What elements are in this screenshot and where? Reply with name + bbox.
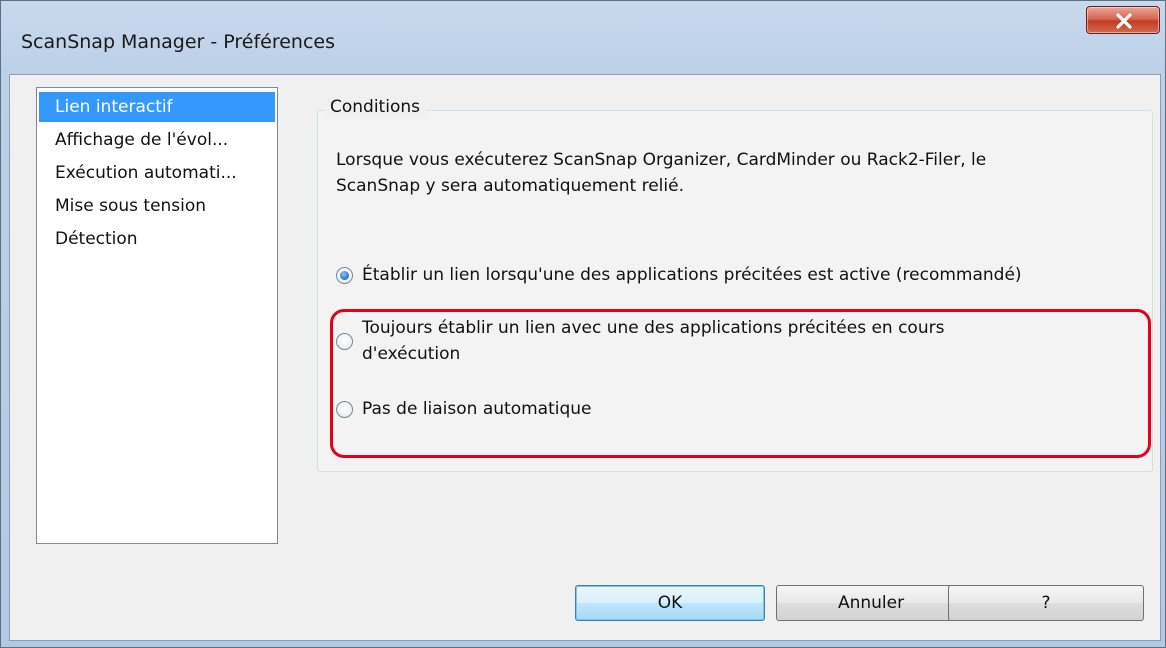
close-button[interactable]: [1086, 6, 1160, 34]
cancel-button[interactable]: Annuler: [776, 585, 966, 621]
sidebar-item-lien-interactif[interactable]: Lien interactif: [39, 92, 275, 122]
sidebar-item-affichage[interactable]: Affichage de l'évol...: [39, 125, 275, 155]
radio-label-always-link-line-1[interactable]: Toujours établir un lien avec une des ap…: [362, 315, 944, 341]
radio-label-always-link-line-2[interactable]: d'exécution: [362, 341, 460, 367]
window-title: ScanSnap Manager - Préférences: [21, 31, 336, 53]
dialog-client-area: Lien interactif Affichage de l'évol... E…: [9, 74, 1161, 641]
radio-button-unchecked[interactable]: [336, 401, 353, 418]
description-line-1: Lorsque vous exécuterez ScanSnap Organiz…: [336, 150, 987, 170]
radio-option-no-auto-link[interactable]: Pas de liaison automatique: [336, 396, 1136, 422]
sidebar-item-detection[interactable]: Détection: [39, 224, 275, 254]
sidebar-item-execution-automatique[interactable]: Exécution automati...: [39, 158, 275, 188]
conditions-group-label: Conditions: [324, 97, 426, 117]
radio-option-link-when-active[interactable]: Établir un lien lorsqu'une des applicati…: [336, 262, 1136, 288]
radio-label-no-auto-link[interactable]: Pas de liaison automatique: [362, 396, 592, 422]
ok-button[interactable]: OK: [575, 585, 765, 621]
preferences-window: ScanSnap Manager - Préférences Lien inte…: [0, 0, 1166, 648]
radio-option-always-link[interactable]: Toujours établir un lien avec une des ap…: [336, 315, 1136, 367]
radio-button-unchecked[interactable]: [336, 333, 353, 350]
category-list[interactable]: Lien interactif Affichage de l'évol... E…: [36, 87, 278, 544]
description-line-2: ScanSnap y sera automatiquement relié.: [336, 176, 684, 196]
radio-button-checked[interactable]: [336, 267, 353, 284]
radio-label-link-when-active[interactable]: Établir un lien lorsqu'une des applicati…: [362, 262, 1022, 288]
help-button[interactable]: ?: [948, 585, 1144, 621]
close-icon: [1116, 13, 1132, 29]
conditions-description: Lorsque vous exécuterez ScanSnap Organiz…: [336, 147, 1136, 199]
sidebar-item-mise-sous-tension[interactable]: Mise sous tension: [39, 191, 275, 221]
